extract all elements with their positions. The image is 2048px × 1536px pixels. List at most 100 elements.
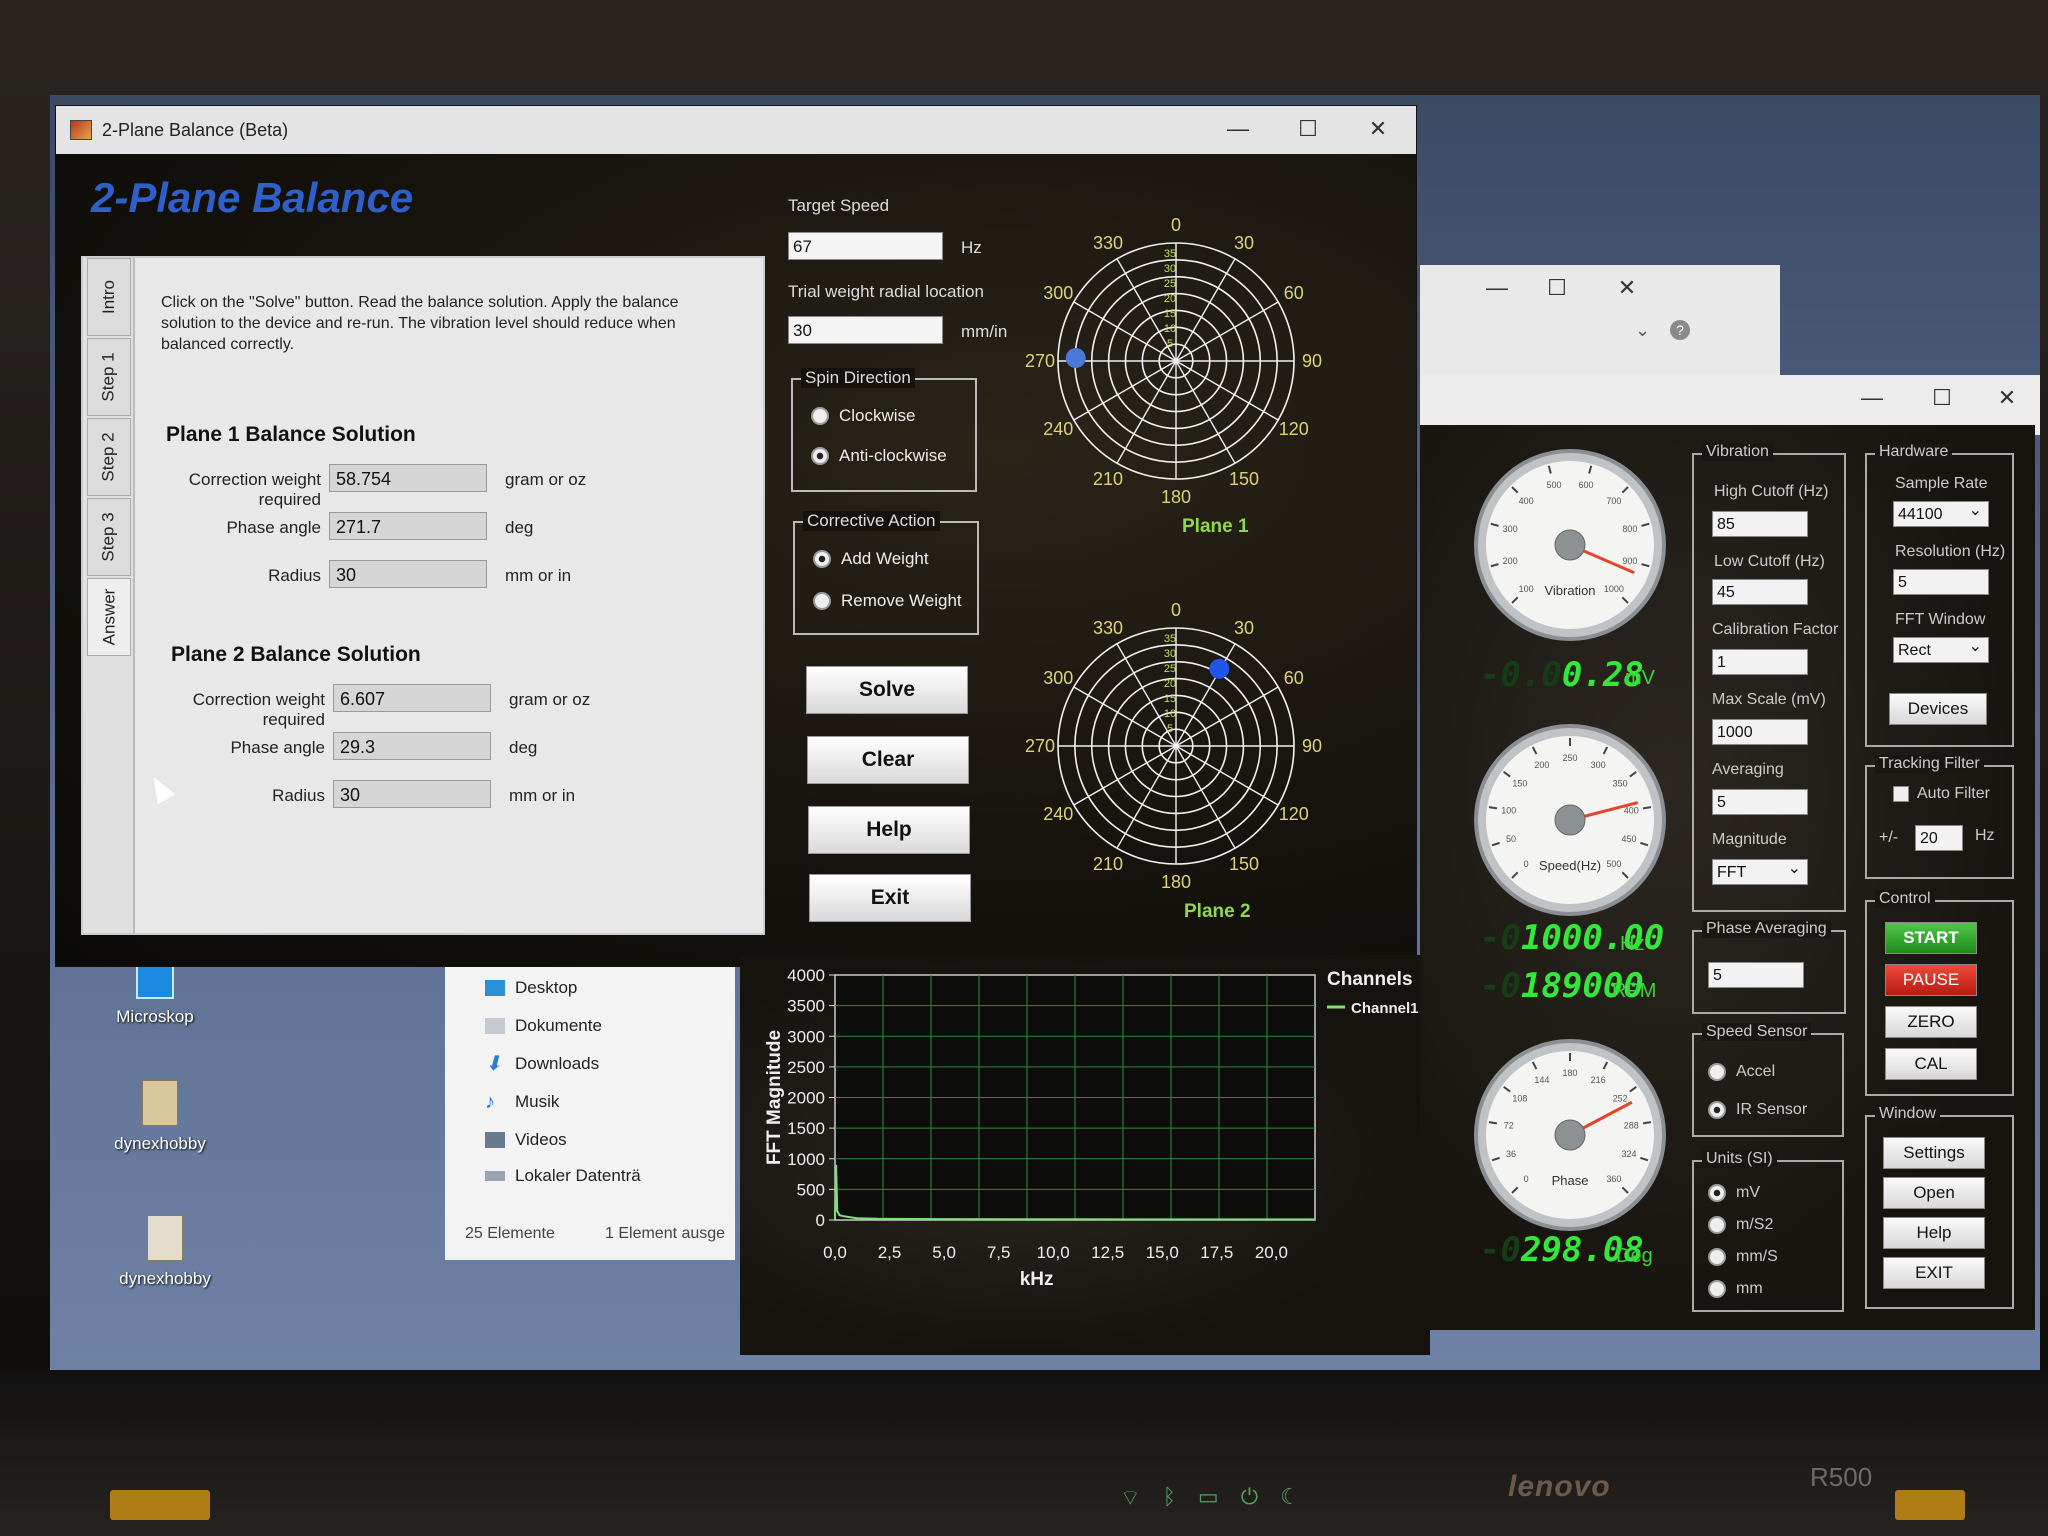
vibration-settings-title: Vibration <box>1702 443 1773 461</box>
tracking-filter-title: Tracking Filter <box>1875 755 1984 773</box>
devices-button[interactable]: Devices <box>1889 693 1987 725</box>
maximize-button[interactable]: ☐ <box>1920 381 1964 415</box>
polar-radius-label: 20 <box>1164 293 1176 305</box>
tab-step-2[interactable]: Step 2 <box>87 418 131 496</box>
plane2-phase-field[interactable]: 29.3 <box>333 732 491 760</box>
x-tick-label: 2,5 <box>878 1243 902 1262</box>
start-button[interactable]: START <box>1885 922 1977 954</box>
gauge-tick <box>1488 1121 1498 1125</box>
gauge-tick-label: 36 <box>1506 1149 1516 1159</box>
rpm-unit: RPM <box>1612 980 1657 1002</box>
exit-button[interactable]: Exit <box>809 874 971 922</box>
solve-button[interactable]: Solve <box>806 666 968 714</box>
close-button[interactable]: ✕ <box>1605 271 1649 305</box>
minimize-button[interactable]: — <box>1475 271 1519 305</box>
explorer-item-local-drive[interactable]: Lokaler Datenträ <box>485 1166 641 1186</box>
high-cutoff-input[interactable]: 85 <box>1712 511 1808 537</box>
target-speed-label: Target Speed <box>788 196 890 215</box>
explorer-item-videos[interactable]: Videos <box>485 1130 567 1150</box>
polar-radius-label: 15 <box>1164 693 1176 705</box>
explorer-item-dokumente[interactable]: Dokumente <box>485 1016 602 1036</box>
fft-window-select[interactable]: Rect <box>1893 634 1989 663</box>
auto-filter-checkbox[interactable]: Auto Filter <box>1893 785 1990 803</box>
explorer-item-desktop[interactable]: Desktop <box>485 978 577 998</box>
radio-units-mms[interactable]: mm/S <box>1708 1248 1778 1266</box>
polar-angle-label: 210 <box>1093 469 1123 489</box>
radio-label: Clockwise <box>839 406 916 425</box>
panel-exit-button[interactable]: EXIT <box>1883 1257 1985 1289</box>
explorer-item-downloads[interactable]: ⬇ Downloads <box>485 1054 599 1074</box>
plusminus-label: +/- <box>1879 829 1899 846</box>
radio-accel[interactable]: Accel <box>1708 1063 1775 1081</box>
settings-button[interactable]: Settings <box>1883 1137 1985 1169</box>
hinge-right <box>1895 1490 1965 1520</box>
close-button[interactable]: ✕ <box>1356 112 1400 146</box>
tab-label: Step 3 <box>99 512 118 562</box>
radio-anti-clockwise[interactable]: Anti-clockwise <box>811 446 947 466</box>
desktop-icon-microskop[interactable]: Microskop <box>90 965 220 1027</box>
gauge-tick-label: 1000 <box>1604 584 1624 594</box>
help-button[interactable]: Help <box>808 806 970 854</box>
plane1-phase-field[interactable]: 271.7 <box>329 512 487 540</box>
radio-add-weight[interactable]: Add Weight <box>813 549 929 569</box>
cal-button[interactable]: CAL <box>1885 1048 1977 1080</box>
gauge-tick-label: 200 <box>1534 760 1549 770</box>
target-speed-input[interactable]: 67 <box>788 232 943 260</box>
radio-remove-weight[interactable]: Remove Weight <box>813 591 962 611</box>
averaging-input[interactable]: 5 <box>1712 789 1808 815</box>
pause-button[interactable]: PAUSE <box>1885 964 1977 996</box>
plane2-radius-field[interactable]: 30 <box>333 780 491 808</box>
tab-step-1[interactable]: Step 1 <box>87 338 131 416</box>
film-icon <box>485 1132 505 1148</box>
y-tick-label: 1500 <box>787 1119 825 1138</box>
zero-button[interactable]: ZERO <box>1885 1006 1977 1038</box>
minimize-button[interactable]: — <box>1216 112 1260 146</box>
low-cutoff-input[interactable]: 45 <box>1712 579 1808 605</box>
gauge-tick-label: 324 <box>1621 1149 1636 1159</box>
maximize-button[interactable]: ☐ <box>1286 112 1330 146</box>
max-scale-input[interactable]: 1000 <box>1712 719 1808 745</box>
radio-clockwise[interactable]: Clockwise <box>811 406 916 426</box>
polar-chart: 0 30 60 90 120 150 180 210 240 270 300 330 35 30 25 20 1… <box>1025 215 1322 507</box>
open-button[interactable]: Open <box>1883 1177 1985 1209</box>
radio-units-mm[interactable]: mm <box>1708 1280 1763 1298</box>
trial-weight-input[interactable]: 30 <box>788 316 943 344</box>
phase-averaging-group: Phase Averaging 5 <box>1692 920 1846 1014</box>
low-cutoff-label: Low Cutoff (Hz) <box>1714 553 1825 570</box>
calibration-input[interactable]: 1 <box>1712 649 1808 675</box>
desktop-icon-dynexhobby-2[interactable]: dynexhobby <box>100 1215 230 1289</box>
polar-radius-label: 35 <box>1164 633 1176 645</box>
phase-unit: Deg <box>1616 1245 1653 1267</box>
resolution-input[interactable]: 5 <box>1893 569 1989 595</box>
tab-intro[interactable]: Intro <box>87 258 131 336</box>
plane1-weight-field[interactable]: 58.754 <box>329 464 487 492</box>
close-button[interactable]: ✕ <box>1985 381 2029 415</box>
magnitude-select[interactable]: FFT <box>1712 856 1808 885</box>
app-icon <box>70 120 92 140</box>
bluetooth-icon: ᛒ <box>1162 1484 1176 1509</box>
plane1-radius-field[interactable]: 30 <box>329 560 487 588</box>
gauge-name: Speed(Hz) <box>1539 858 1601 873</box>
phase-averaging-input[interactable]: 5 <box>1708 962 1804 988</box>
polar-angle-label: 60 <box>1284 283 1304 303</box>
tab-step-3[interactable]: Step 3 <box>87 498 131 576</box>
radio-units-mv[interactable]: mV <box>1708 1184 1760 1202</box>
tab-answer[interactable]: Answer <box>87 578 131 656</box>
panel-help-button[interactable]: Help <box>1883 1217 1985 1249</box>
tracking-width-input[interactable]: 20 <box>1915 825 1963 851</box>
maximize-button[interactable]: ☐ <box>1535 271 1579 305</box>
battery-icon: ▭ <box>1197 1484 1219 1509</box>
explorer-item-musik[interactable]: ♪ Musik <box>485 1092 559 1112</box>
minimize-button[interactable]: — <box>1850 381 1894 415</box>
polar-angle-label: 120 <box>1279 804 1309 824</box>
plane2-weight-field[interactable]: 6.607 <box>333 684 491 712</box>
desktop-icon-dynexhobby[interactable]: dynexhobby <box>95 1080 225 1154</box>
sample-rate-select[interactable]: 44100 <box>1893 498 1989 527</box>
chevron-down-icon[interactable]: ⌄ <box>1635 320 1650 341</box>
x-tick-label: 7,5 <box>987 1243 1011 1262</box>
clear-button[interactable]: Clear <box>807 736 969 784</box>
polar-point <box>1209 658 1230 679</box>
radio-ir-sensor[interactable]: IR Sensor <box>1708 1101 1807 1119</box>
help-icon[interactable]: ? <box>1670 320 1690 340</box>
radio-units-ms2[interactable]: m/S2 <box>1708 1216 1773 1234</box>
